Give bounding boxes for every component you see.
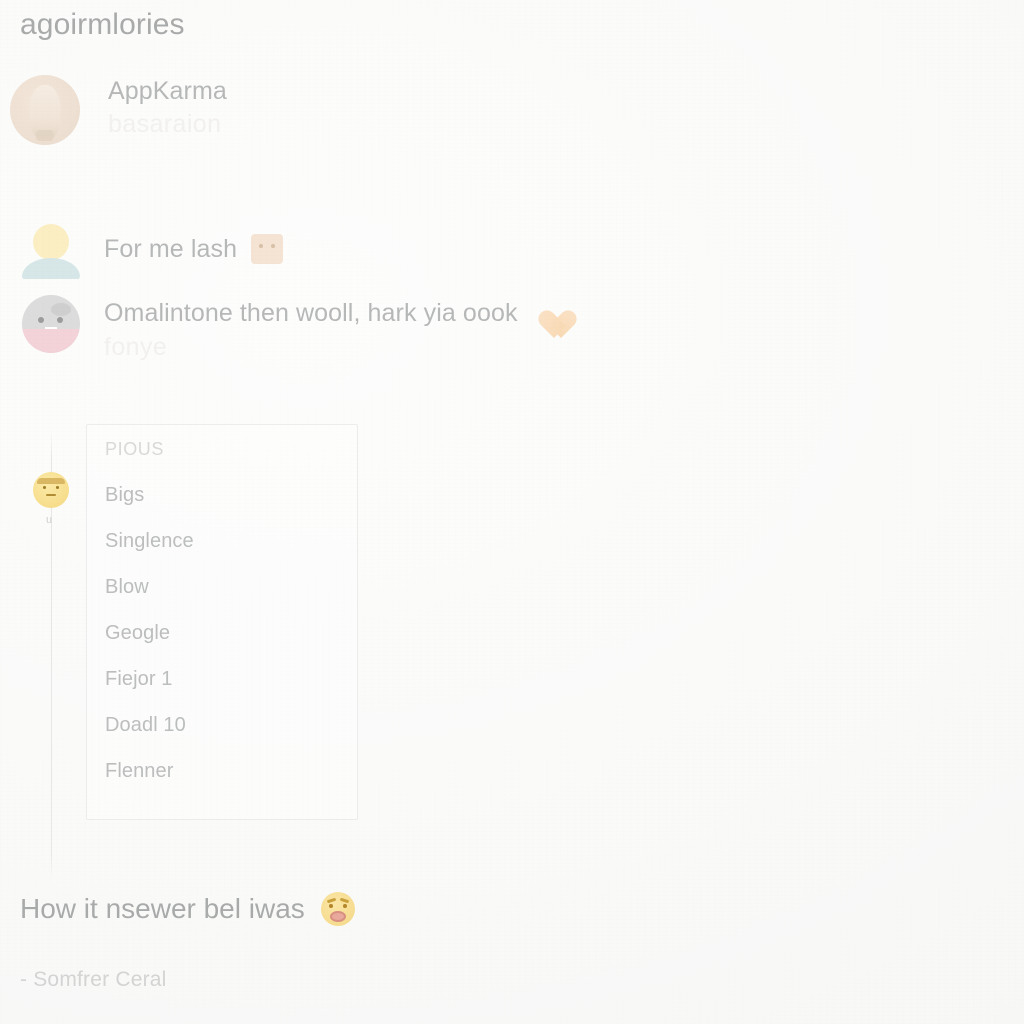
square-face-emoji — [251, 234, 284, 264]
quote-author: - Somfrer Ceral — [20, 968, 167, 991]
feed-row-primary-line: AppKarma — [108, 77, 227, 106]
list-item[interactable]: Bigs — [105, 472, 357, 518]
feed-row-title: For me lash — [104, 234, 238, 263]
list-card-heading: PIOUS — [105, 439, 165, 459]
avatar-lower-half — [22, 328, 80, 353]
feed-row-title: Omalintone then wooll, hark yia oook — [104, 298, 518, 327]
anguished-face-emoji — [320, 892, 355, 926]
feed-row[interactable]: Omalintone then wooll, hark yia oook fon… — [22, 295, 566, 362]
person-silhouette-avatar[interactable] — [22, 222, 80, 280]
avatar-head — [33, 224, 69, 261]
list-item[interactable]: Doadl 10 — [105, 702, 357, 748]
orange-heart-emoji — [532, 297, 566, 329]
app-root: agoirmlories AppKarma basaraion For me l… — [0, 0, 1024, 1024]
beige-portrait-avatar[interactable] — [10, 75, 80, 145]
feed-row-primary-line: For me lash — [104, 234, 284, 264]
feed-row-title: AppKarma — [108, 77, 227, 105]
feed-row-text: AppKarma basaraion — [108, 77, 227, 139]
feed-row-subtitle: basaraion — [108, 110, 222, 138]
thread-avatar-tag: u — [46, 514, 53, 526]
list-card: PIOUS Bigs Singlence Blow Geogle Fiejor … — [86, 424, 358, 820]
avatar-brow — [51, 303, 71, 316]
avatar-hair — [37, 477, 65, 484]
list-item[interactable]: Fiejor 1 — [105, 656, 357, 702]
avatar-eye-left — [43, 486, 47, 490]
quote-text: How it nsewer bel iwas — [20, 893, 305, 924]
list-item[interactable]: Geogle — [105, 610, 357, 656]
quote-line: How it nsewer bel iwas — [20, 892, 355, 926]
feed-row-subtitle: fonye — [104, 333, 168, 361]
avatar-eye-right — [56, 317, 63, 324]
feed-row[interactable]: AppKarma basaraion — [10, 75, 227, 145]
feed-row-text: For me lash — [104, 234, 284, 264]
list-item[interactable]: Flenner — [105, 748, 357, 794]
avatar-mouth — [46, 494, 56, 497]
list-item[interactable]: Blow — [105, 564, 357, 610]
list-item[interactable]: Singlence — [105, 518, 357, 564]
list-card-body: PIOUS Bigs Singlence Blow Geogle Fiejor … — [87, 425, 357, 794]
feed-row-primary-line: Omalintone then wooll, hark yia oook — [104, 297, 566, 329]
avatar-eye-left — [38, 317, 45, 324]
grey-pink-face-avatar[interactable] — [22, 295, 80, 353]
avatar-eye-right — [55, 486, 59, 490]
feed-row[interactable]: For me lash — [22, 222, 284, 280]
page-title: agoirmlories — [20, 8, 185, 41]
feed-row-text: Omalintone then wooll, hark yia oook fon… — [104, 297, 566, 362]
yellow-face-emoji-avatar[interactable] — [33, 472, 69, 508]
avatar-body — [22, 257, 80, 279]
